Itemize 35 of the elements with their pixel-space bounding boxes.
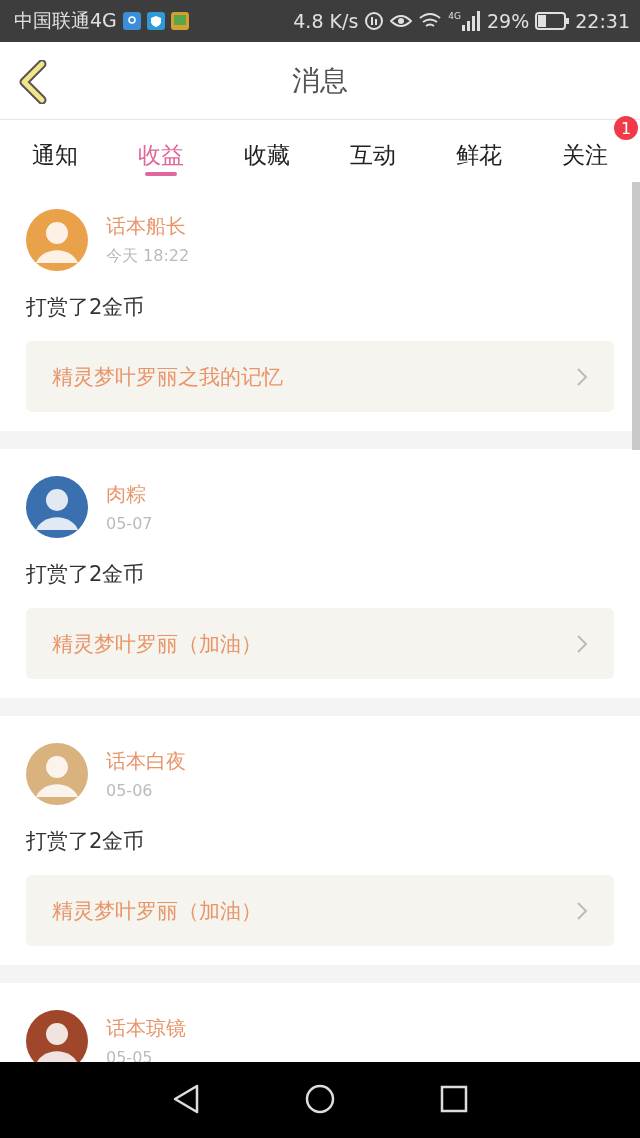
avatar bbox=[26, 476, 88, 538]
message-text: 打赏了2金币 bbox=[26, 828, 146, 855]
tab[interactable]: 通知 bbox=[32, 120, 78, 176]
wifi-icon bbox=[418, 12, 443, 30]
app-icon bbox=[170, 12, 189, 30]
signal-app-icon bbox=[122, 12, 141, 30]
cell-signal-icon bbox=[461, 11, 481, 31]
network-text: 4G bbox=[448, 11, 461, 21]
user-name: 肉粽 bbox=[106, 481, 147, 508]
carrier-text: 中国联通4G bbox=[14, 8, 117, 33]
tab[interactable]: 收藏 bbox=[244, 120, 290, 176]
avatar bbox=[26, 743, 88, 805]
user-name: 话本琼镜 bbox=[106, 1015, 186, 1042]
shield-app-icon bbox=[146, 12, 165, 30]
speed-text: 4.8 K/s bbox=[293, 10, 359, 32]
user-name: 话本船长 bbox=[106, 213, 187, 240]
clock-text: 22:31 bbox=[575, 10, 630, 32]
message-time: 05-06 bbox=[106, 781, 154, 800]
chevron-right-icon bbox=[576, 366, 588, 387]
message-text: 打赏了2金币 bbox=[26, 294, 146, 321]
user-name: 话本白夜 bbox=[106, 748, 186, 775]
battery-icon bbox=[535, 12, 570, 30]
tab[interactable]: 鲜花 bbox=[456, 120, 502, 176]
data-saver-icon bbox=[364, 11, 385, 31]
eye-icon bbox=[390, 13, 413, 29]
count-badge: 1 bbox=[614, 116, 638, 140]
chevron-right-icon bbox=[576, 900, 588, 921]
message-text: 打赏了2金币 bbox=[26, 561, 146, 588]
message-time: 今天 18:22 bbox=[106, 246, 190, 267]
page-title: 消息 bbox=[292, 62, 348, 99]
message-time: 05-07 bbox=[106, 514, 153, 533]
tab[interactable]: 互动 bbox=[350, 120, 396, 176]
battery-percent: 29% bbox=[487, 10, 530, 32]
chevron-right-icon bbox=[576, 633, 588, 654]
avatar bbox=[26, 209, 88, 271]
